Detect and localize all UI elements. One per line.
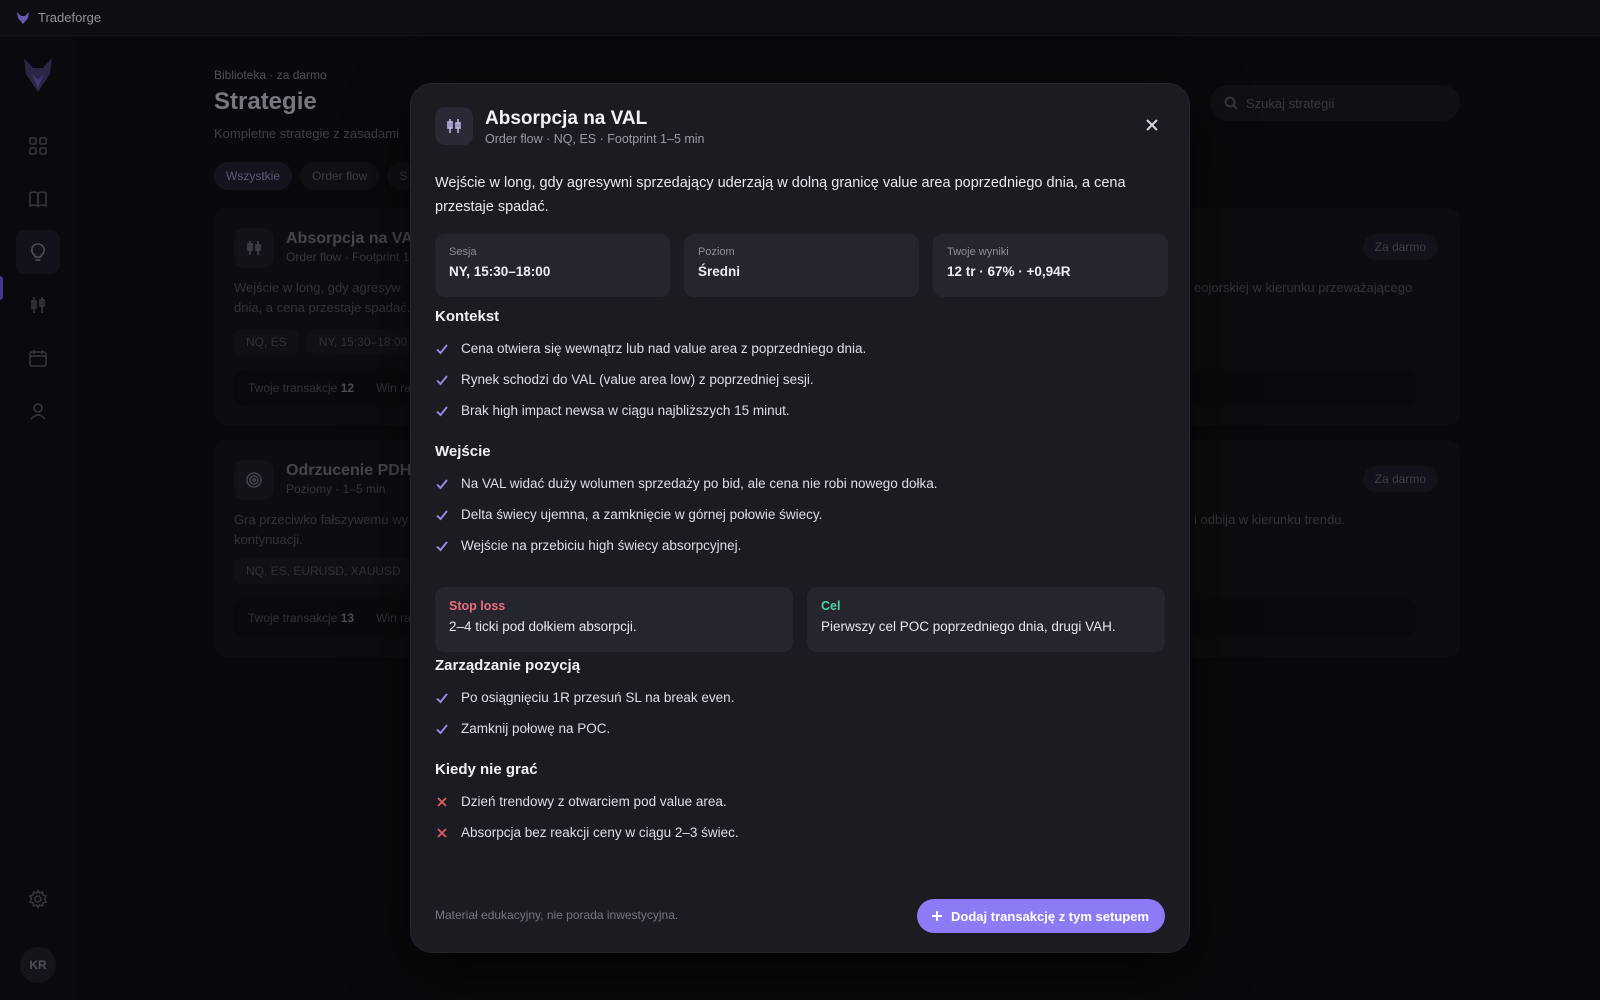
info-level: Poziom Średni bbox=[684, 234, 919, 297]
context-list: Cena otwiera się wewnątrz lub nad value … bbox=[435, 333, 1165, 426]
close-icon bbox=[1146, 119, 1158, 131]
strategy-icon bbox=[435, 107, 473, 145]
disclaimer: Materiał edukacyjny, nie porada inwestyc… bbox=[435, 908, 679, 922]
risk-row: Stop loss 2–4 ticki pod dołkiem absorpcj… bbox=[435, 587, 1165, 652]
stop-loss-label: Stop loss bbox=[449, 599, 506, 613]
stop-loss-value: 2–4 ticki pod dołkiem absorpcji. bbox=[449, 619, 637, 634]
info-row: Sesja NY, 15:30–18:00 Poziom Średni Twoj… bbox=[435, 234, 1168, 297]
section-title-entry: Wejście bbox=[435, 443, 491, 460]
section-title-management: Zarządzanie pozycją bbox=[435, 657, 581, 674]
target-box: Cel Pierwszy cel POC poprzedniego dnia, … bbox=[807, 587, 1165, 652]
modal-meta: Order flow · NQ, ES · Footprint 1–5 min bbox=[485, 132, 705, 146]
list-item: Zamknij połowę na POC. bbox=[435, 713, 1165, 744]
close-button[interactable] bbox=[1141, 114, 1163, 136]
check-icon bbox=[436, 540, 448, 551]
modal-title: Absorpcja na VAL bbox=[485, 108, 648, 129]
avoid-list: Dzień trendowy z otwarciem pod value are… bbox=[435, 786, 1165, 848]
info-label: Poziom bbox=[698, 246, 735, 258]
section-title-avoid: Kiedy nie grać bbox=[435, 761, 538, 778]
check-icon bbox=[436, 509, 448, 520]
candlestick-icon bbox=[447, 119, 461, 133]
check-icon bbox=[436, 692, 448, 703]
list-item: Wejście na przebiciu high świecy absorpc… bbox=[435, 530, 1165, 561]
info-label: Sesja bbox=[449, 246, 477, 258]
target-value: Pierwszy cel POC poprzedniego dnia, drug… bbox=[821, 619, 1116, 634]
list-item: Delta świecy ujemna, a zamknięcie w górn… bbox=[435, 499, 1165, 530]
check-icon bbox=[436, 478, 448, 489]
list-item: Absorpcja bez reakcji ceny w ciągu 2–3 ś… bbox=[435, 817, 1165, 848]
strategy-description: Wejście w long, gdy agresywni sprzedając… bbox=[435, 175, 1126, 215]
check-icon bbox=[436, 405, 448, 416]
info-results: Twoje wyniki 12 tr · 67% · +0,94R bbox=[933, 234, 1168, 297]
info-value: NY, 15:30–18:00 bbox=[449, 264, 551, 279]
add-trade-button[interactable]: Dodaj transakcję z tym setupem bbox=[917, 899, 1165, 933]
stop-loss-box: Stop loss 2–4 ticki pod dołkiem absorpcj… bbox=[435, 587, 793, 652]
management-list: Po osiągnięciu 1R przesuń SL na break ev… bbox=[435, 682, 1165, 744]
list-item: Dzień trendowy z otwarciem pod value are… bbox=[435, 786, 1165, 817]
target-label: Cel bbox=[821, 599, 841, 613]
list-item: Brak high impact newsa w ciągu najbliższ… bbox=[435, 395, 1165, 426]
check-icon bbox=[436, 723, 448, 734]
cross-icon bbox=[437, 796, 447, 807]
info-value: Średni bbox=[698, 264, 741, 279]
list-item: Rynek schodzi do VAL (value area low) z … bbox=[435, 364, 1165, 395]
entry-list: Na VAL widać duży wolumen sprzedaży po b… bbox=[435, 468, 1165, 561]
cross-icon bbox=[437, 827, 447, 838]
info-value: 12 tr · 67% · +0,94R bbox=[947, 264, 1071, 279]
list-item: Po osiągnięciu 1R przesuń SL na break ev… bbox=[435, 682, 1165, 713]
info-session: Sesja NY, 15:30–18:00 bbox=[435, 234, 670, 297]
check-icon bbox=[436, 374, 448, 385]
strategy-detail-modal: Absorpcja na VAL Order flow · NQ, ES · F… bbox=[410, 83, 1190, 953]
list-item: Cena otwiera się wewnątrz lub nad value … bbox=[435, 333, 1165, 364]
check-icon bbox=[436, 343, 448, 354]
list-item: Na VAL widać duży wolumen sprzedaży po b… bbox=[435, 468, 1165, 499]
section-title-context: Kontekst bbox=[435, 308, 500, 325]
info-label: Twoje wyniki bbox=[947, 246, 1009, 258]
plus-icon bbox=[932, 911, 943, 921]
